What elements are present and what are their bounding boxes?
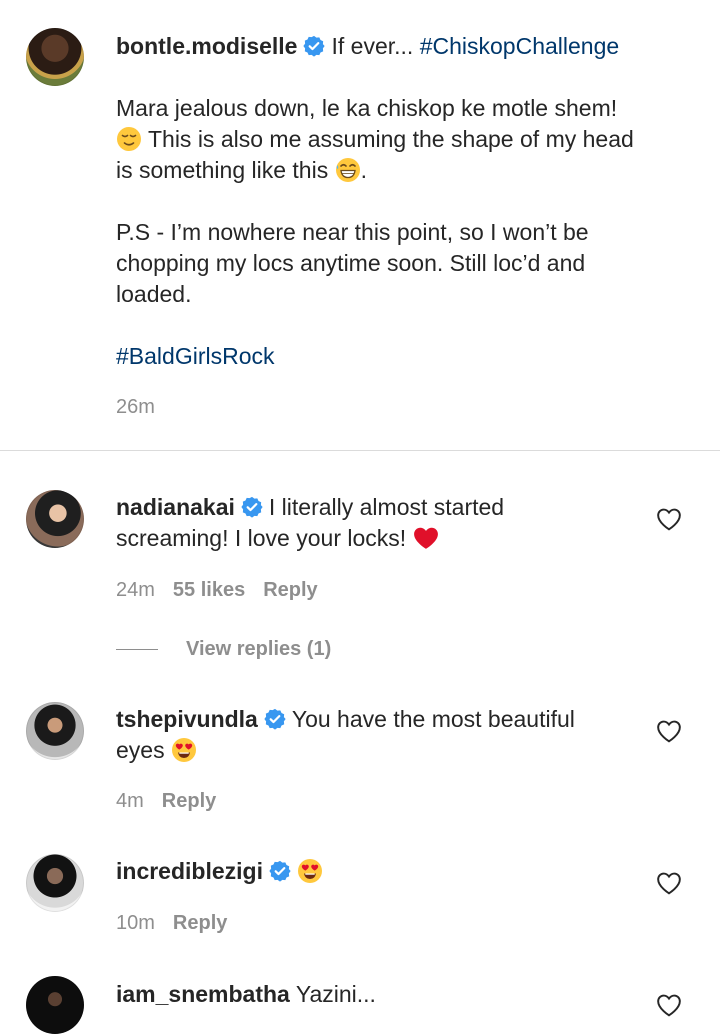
caption-header: bontle.modiselle If ever... #ChiskopChall…	[116, 31, 619, 62]
comment-body: iam_snembatha Yazini...	[116, 979, 636, 1010]
reply-button[interactable]: Reply	[162, 790, 216, 812]
verified-badge-icon	[241, 496, 263, 518]
heart-outline-icon[interactable]	[656, 993, 682, 1017]
likes-count[interactable]: 55 likes	[173, 579, 245, 601]
comment-text: eyes	[116, 737, 165, 763]
comment-time: 24m	[116, 579, 155, 601]
avatar[interactable]	[26, 854, 84, 912]
caption-text: If ever...	[331, 33, 420, 59]
comment-time: 4m	[116, 790, 144, 812]
comment-body: nadianakai I literally almost started scr…	[116, 492, 636, 554]
comment-text: You have the most beautiful	[291, 706, 575, 732]
avatar[interactable]	[26, 976, 84, 1034]
comment-body: incrediblezigi	[116, 856, 636, 887]
red-heart-emoji	[413, 525, 439, 551]
relieved-face-emoji	[116, 126, 142, 152]
username[interactable]: incrediblezigi	[116, 858, 263, 884]
avatar[interactable]	[26, 490, 84, 548]
avatar[interactable]	[26, 28, 84, 86]
replies-line	[116, 649, 158, 650]
view-replies-button[interactable]: View replies (1)	[186, 638, 331, 661]
heart-eyes-emoji	[171, 737, 197, 763]
divider	[0, 450, 720, 451]
heart-outline-icon[interactable]	[656, 507, 682, 531]
heart-eyes-emoji	[297, 858, 323, 884]
caption-line: chopping my locs anytime soon. Still loc…	[116, 250, 586, 276]
hashtag-link[interactable]: #ChiskopChallenge	[420, 33, 619, 59]
verified-badge-icon	[269, 860, 291, 882]
reply-button[interactable]: Reply	[263, 579, 317, 601]
caption-line-text: is something like this	[116, 157, 329, 183]
comment-text: screaming! I love your locks!	[116, 525, 407, 551]
caption-line: P.S - I’m nowhere near this point, so I …	[116, 219, 589, 245]
verified-badge-icon	[264, 708, 286, 730]
comment-text: I literally almost started	[268, 494, 505, 520]
caption-line: This is also me assuming the shape of my…	[116, 124, 706, 155]
heart-outline-icon[interactable]	[656, 871, 682, 895]
caption-line: loaded.	[116, 281, 192, 307]
username[interactable]: bontle.modiselle	[116, 33, 297, 59]
comment-meta: 4m Reply	[116, 790, 234, 813]
caption-period: .	[360, 157, 367, 183]
grinning-sweat-emoji	[335, 157, 361, 183]
verified-badge-icon	[303, 35, 325, 57]
caption-body: Mara jealous down, le ka chiskop ke motl…	[116, 93, 706, 372]
hashtag-link[interactable]: #BaldGirlsRock	[116, 341, 706, 372]
avatar[interactable]	[26, 702, 84, 760]
username[interactable]: tshepivundla	[116, 706, 258, 732]
username[interactable]: iam_snembatha	[116, 981, 290, 1007]
comment-time: 10m	[116, 912, 155, 934]
caption-time: 26m	[116, 396, 155, 418]
username[interactable]: nadianakai	[116, 494, 235, 520]
heart-outline-icon[interactable]	[656, 719, 682, 743]
comment-meta: 24m 55 likes Reply	[116, 579, 336, 602]
comment-body: tshepivundla You have the most beautiful …	[116, 704, 636, 766]
caption-line-text: This is also me assuming the shape of my…	[147, 126, 634, 152]
comment-text: Yazini...	[295, 981, 376, 1007]
caption-line: is something like this .	[116, 155, 706, 186]
caption-line: Mara jealous down, le ka chiskop ke motl…	[116, 95, 618, 121]
comment-meta: 10m Reply	[116, 912, 245, 935]
reply-button[interactable]: Reply	[173, 912, 227, 934]
